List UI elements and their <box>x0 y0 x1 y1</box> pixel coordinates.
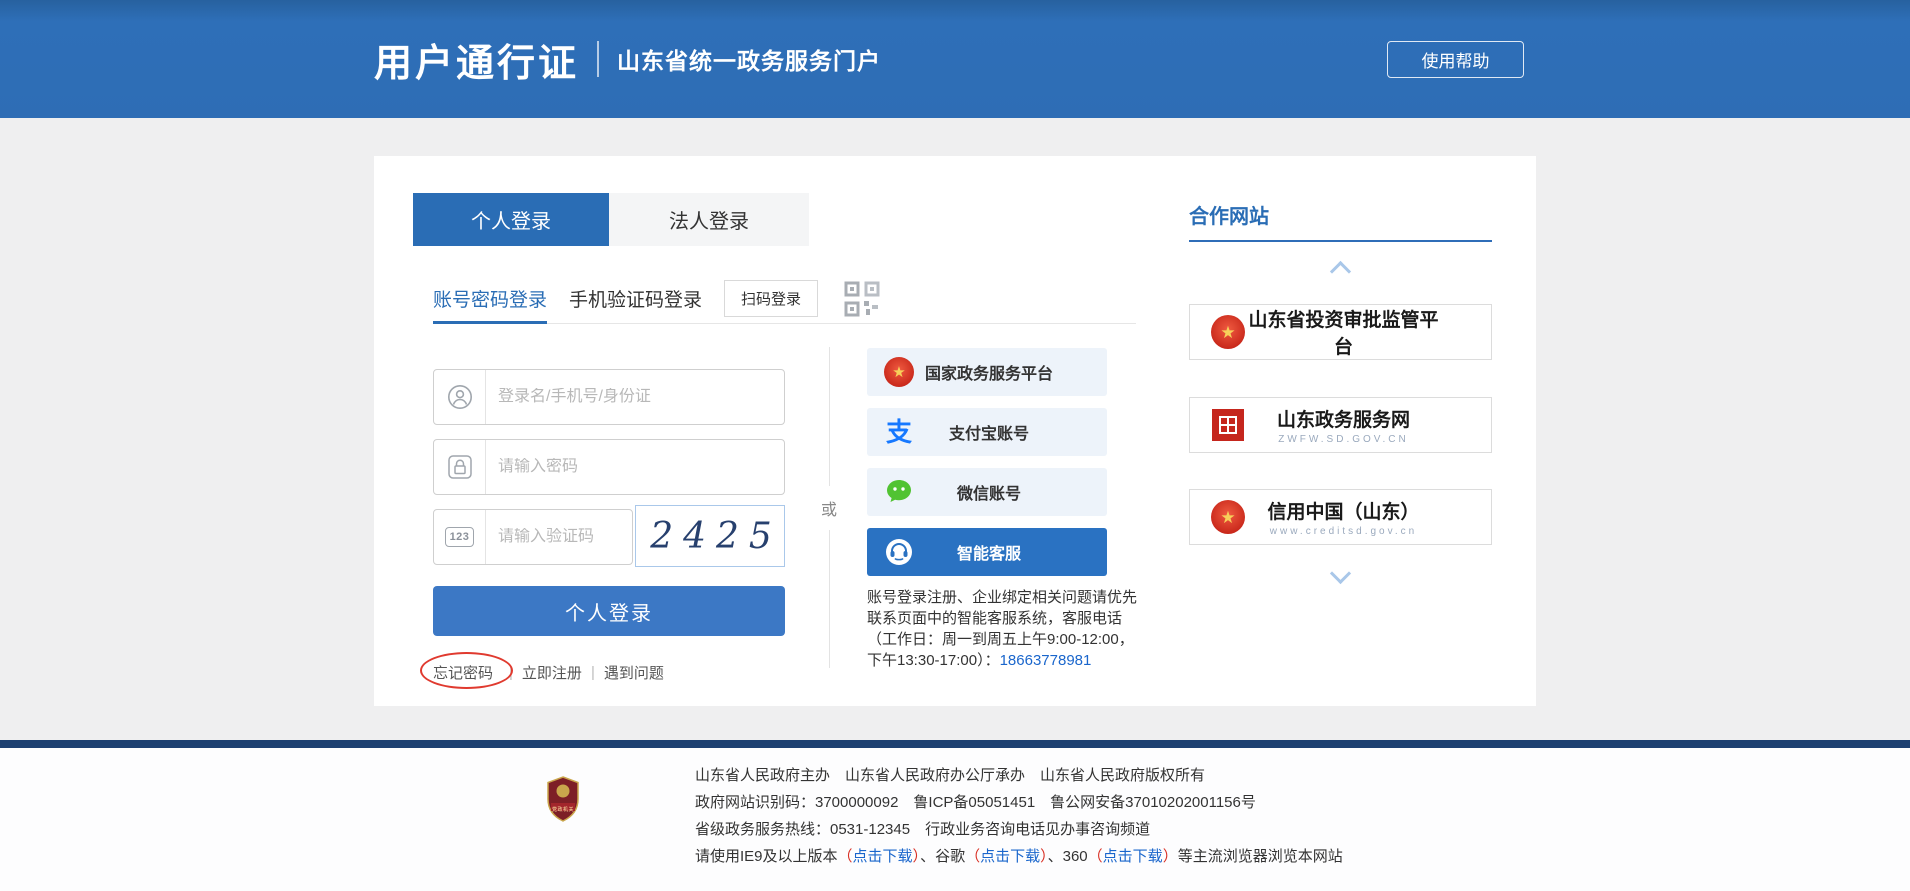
partner-name: 山东省投资审批监管平台 <box>1246 305 1441 359</box>
login-portal-page: 用户通行证 山东省统一政务服务门户 使用帮助 个人登录 法人登录 账号密码登录 … <box>0 0 1910 891</box>
chrome-download-link[interactable]: 点击下载 <box>980 848 1040 865</box>
partner-sites-title: 合作网站 <box>1189 200 1269 229</box>
alipay-icon: 支 <box>883 419 915 445</box>
chevron-up-icon[interactable] <box>1330 261 1351 282</box>
password-input[interactable] <box>486 458 784 476</box>
smart-customer-service[interactable]: 智能客服 <box>867 528 1107 576</box>
national-emblem-icon: ★ <box>883 357 915 387</box>
partner-name: 山东政务服务网 <box>1246 405 1441 432</box>
tab-sms-login[interactable]: 手机验证码登录 <box>569 274 702 323</box>
personal-login-button[interactable]: 个人登录 <box>433 586 785 636</box>
footer-line-4: 请使用IE9及以上版本（点击下载）、谷歌（点击下载）、360（点击下载）等主流浏… <box>695 843 1343 870</box>
problems-link[interactable]: 遇到问题 <box>604 662 664 683</box>
username-input[interactable] <box>486 388 784 406</box>
national-gov-platform-login[interactable]: ★ 国家政务服务平台 <box>867 348 1107 396</box>
forgot-password-wrap: 忘记密码 <box>426 659 500 686</box>
customer-service-note: 账号登录注册、企业绑定相关问题请优先联系页面中的智能客服系统，客服电话（工作日：… <box>867 587 1145 671</box>
wechat-icon <box>883 477 915 507</box>
badge-label: 党政机关 <box>545 806 581 813</box>
customer-service-icon <box>883 537 915 567</box>
footer-text: 山东省人民政府主办 山东省人民政府办公厅承办 山东省人民政府版权所有 政府网站识… <box>695 762 1343 870</box>
divider-line <box>829 347 830 486</box>
footer-line-3: 省级政务服务热线：0531-12345 行政业务咨询电话见办事咨询频道 <box>695 816 1343 843</box>
alipay-login[interactable]: 支 支付宝账号 <box>867 408 1107 456</box>
partner-url: ZWFW.SD.GOV.CN <box>1246 434 1441 445</box>
footer-line-1: 山东省人民政府主办 山东省人民政府办公厅承办 山东省人民政府版权所有 <box>695 762 1343 789</box>
title-divider <box>597 41 599 77</box>
login-links: 忘记密码 | 立即注册 | 遇到问题 <box>426 659 664 686</box>
lock-icon <box>434 440 486 494</box>
national-emblem-icon: ★ <box>1210 500 1246 534</box>
partner-name: 信用中国（山东） <box>1246 497 1441 524</box>
ie-download-link[interactable]: 点击下载 <box>853 848 913 865</box>
partner-credit-china[interactable]: ★ 信用中国（山东） www.creditsd.gov.cn <box>1189 489 1492 545</box>
tab-legal-login[interactable]: 法人登录 <box>609 193 809 246</box>
brand: 用户通行证 山东省统一政务服务门户 <box>374 0 881 118</box>
qr-code-icon[interactable] <box>844 281 880 317</box>
partner-sites-underline <box>1189 240 1492 242</box>
user-icon <box>434 370 486 424</box>
link-divider: | <box>509 664 513 681</box>
header: 用户通行证 山东省统一政务服务门户 使用帮助 <box>0 0 1910 118</box>
partner-url: www.creditsd.gov.cn <box>1246 526 1441 537</box>
captcha-field-wrap: 123 <box>433 509 633 565</box>
service-phone-number[interactable]: 18663778981 <box>1000 652 1092 669</box>
captcha-input[interactable] <box>486 528 632 546</box>
page-title: 用户通行证 <box>374 32 579 87</box>
government-badge-icon: 党政机关 <box>545 776 581 822</box>
link-divider: | <box>591 664 595 681</box>
chevron-down-icon[interactable] <box>1330 563 1351 584</box>
or-text: 或 <box>821 496 837 520</box>
login-tabs: 个人登录 法人登录 <box>413 193 809 246</box>
forgot-password-link[interactable]: 忘记密码 <box>433 665 493 682</box>
tab-password-login[interactable]: 账号密码登录 <box>433 274 547 323</box>
captcha-image[interactable]: 2425 <box>635 505 785 567</box>
wechat-login[interactable]: 微信账号 <box>867 468 1107 516</box>
footer: 党政机关 山东省人民政府主办 山东省人民政府办公厅承办 山东省人民政府版权所有 … <box>0 740 1910 891</box>
login-method-tabs: 账号密码登录 手机验证码登录 扫码登录 <box>433 274 1136 324</box>
divider-line <box>829 530 830 669</box>
password-field-wrap <box>433 439 785 495</box>
partner-investment-platform[interactable]: ★ 山东省投资审批监管平台 <box>1189 304 1492 360</box>
partner-shandong-gov-service[interactable]: 山东政务服务网 ZWFW.SD.GOV.CN <box>1189 397 1492 453</box>
numeric-captcha-icon: 123 <box>434 510 486 564</box>
shandong-seal-icon <box>1210 409 1246 441</box>
or-divider: 或 <box>820 347 838 668</box>
help-button[interactable]: 使用帮助 <box>1387 41 1524 78</box>
footer-line-2: 政府网站识别码：3700000092 鲁ICP备05051451 鲁公网安备37… <box>695 789 1343 816</box>
login-card: 个人登录 法人登录 账号密码登录 手机验证码登录 扫码登录 <box>374 156 1536 706</box>
national-emblem-icon: ★ <box>1210 315 1246 349</box>
register-link[interactable]: 立即注册 <box>522 662 582 683</box>
footer-top-bar <box>0 740 1910 748</box>
360-download-link[interactable]: 点击下载 <box>1103 848 1163 865</box>
username-field-wrap <box>433 369 785 425</box>
main-area: 个人登录 法人登录 账号密码登录 手机验证码登录 扫码登录 <box>0 118 1910 740</box>
tab-personal-login[interactable]: 个人登录 <box>413 193 609 246</box>
tab-scan-login[interactable]: 扫码登录 <box>724 280 818 317</box>
page-subtitle: 山东省统一政务服务门户 <box>617 42 881 76</box>
